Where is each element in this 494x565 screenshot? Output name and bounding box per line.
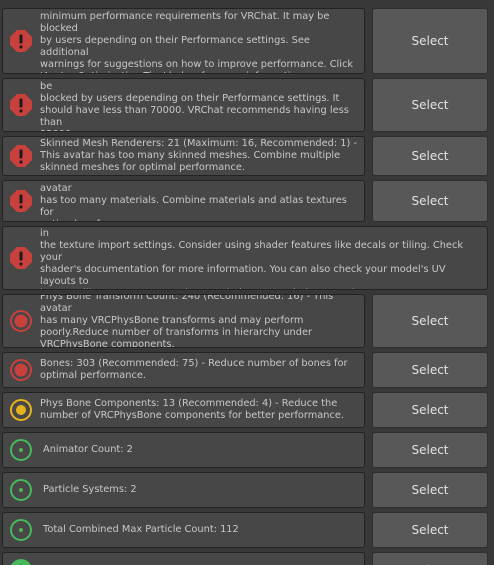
validation-row-partial: Select — [0, 552, 494, 565]
select-button[interactable]: Select — [372, 432, 488, 468]
validation-message: Total Combined Max Particle Count: 112 — [2, 512, 365, 548]
select-button[interactable]: Select — [372, 352, 488, 388]
good-icon — [9, 438, 33, 462]
select-button[interactable]: Select — [372, 180, 488, 222]
validation-message: Animator Count: 2 — [2, 432, 365, 468]
validation-message: Bones: 303 (Recommended: 75) - Reduce nu… — [2, 352, 365, 388]
validation-message-text: Triangles: 226037 - This avatar has too … — [40, 79, 349, 131]
validation-message: Particle Systems: 2 — [2, 472, 365, 508]
very-poor-icon — [9, 309, 33, 333]
validation-row-overall-performance: Overall Performance: VeryPoor - This ava… — [0, 8, 494, 74]
error-icon — [9, 189, 33, 213]
select-button[interactable]: Select — [372, 136, 488, 176]
select-button[interactable]: Select — [372, 294, 488, 348]
validation-row-animator-count: Animator Count: 2 Select — [0, 432, 494, 468]
validation-message: Texture Memory Usage: 167.0114 MB (Maxim… — [2, 226, 488, 290]
excellent-icon — [9, 558, 33, 565]
validation-message-text: Phys Bone Transform Count: 240 (Recommen… — [40, 294, 334, 348]
validation-message-text: Phys Bone Components: 13 (Recommended: 4… — [40, 398, 345, 421]
validation-message-text: Overall Performance: VeryPoor - This ava… — [40, 9, 354, 73]
validation-panel: Overall Performance: VeryPoor - This ava… — [0, 0, 494, 565]
validation-message-text: Total Combined Max Particle Count: 112 — [43, 524, 239, 535]
validation-row-texture-memory: Texture Memory Usage: 167.0114 MB (Maxim… — [0, 226, 494, 290]
good-icon — [9, 518, 33, 542]
validation-row-bones: Bones: 303 (Recommended: 75) - Reduce nu… — [0, 352, 494, 388]
validation-message-text: Material Slots: 37 (Maximum: 32, Recomme… — [40, 181, 347, 221]
very-poor-icon — [9, 358, 33, 382]
validation-message-text: Animator Count: 2 — [43, 444, 133, 455]
validation-message: Phys Bone Transform Count: 240 (Recommen… — [2, 294, 365, 348]
validation-message: Skinned Mesh Renderers: 21 (Maximum: 16,… — [2, 136, 365, 176]
good-icon — [9, 478, 33, 502]
validation-message-text: Bones: 303 (Recommended: 75) - Reduce nu… — [40, 358, 348, 381]
select-button[interactable]: Select — [372, 8, 488, 74]
validation-message-text: Texture Memory Usage: 167.0114 MB (Maxim… — [40, 228, 463, 289]
error-icon — [9, 144, 33, 168]
select-button[interactable]: Select — [372, 472, 488, 508]
poor-icon — [9, 398, 33, 422]
validation-message — [2, 552, 365, 565]
select-button[interactable]: Select — [372, 392, 488, 428]
validation-message: Overall Performance: VeryPoor - This ava… — [2, 8, 365, 74]
validation-row-skinned-mesh-renderers: Skinned Mesh Renderers: 21 (Maximum: 16,… — [0, 136, 494, 176]
error-icon — [9, 246, 33, 270]
validation-message-text: Skinned Mesh Renderers: 21 (Maximum: 16,… — [40, 138, 358, 173]
validation-message: Triangles: 226037 - This avatar has too … — [2, 78, 365, 132]
validation-row-triangles: Triangles: 226037 - This avatar has too … — [0, 78, 494, 132]
validation-message: Phys Bone Components: 13 (Recommended: 4… — [2, 392, 365, 428]
validation-message: Material Slots: 37 (Maximum: 32, Recomme… — [2, 180, 365, 222]
validation-message-text: Particle Systems: 2 — [43, 484, 137, 495]
validation-row-max-particle-count: Total Combined Max Particle Count: 112 S… — [0, 512, 494, 548]
select-button[interactable]: Select — [372, 512, 488, 548]
validation-row-material-slots: Material Slots: 37 (Maximum: 32, Recomme… — [0, 180, 494, 222]
error-icon — [9, 29, 33, 53]
validation-row-particle-systems: Particle Systems: 2 Select — [0, 472, 494, 508]
validation-row-phys-bone-transform-count: Phys Bone Transform Count: 240 (Recommen… — [0, 294, 494, 348]
select-button[interactable]: Select — [372, 78, 488, 132]
validation-row-phys-bone-components: Phys Bone Components: 13 (Recommended: 4… — [0, 392, 494, 428]
select-button[interactable]: Select — [372, 552, 488, 565]
error-icon — [9, 93, 33, 117]
